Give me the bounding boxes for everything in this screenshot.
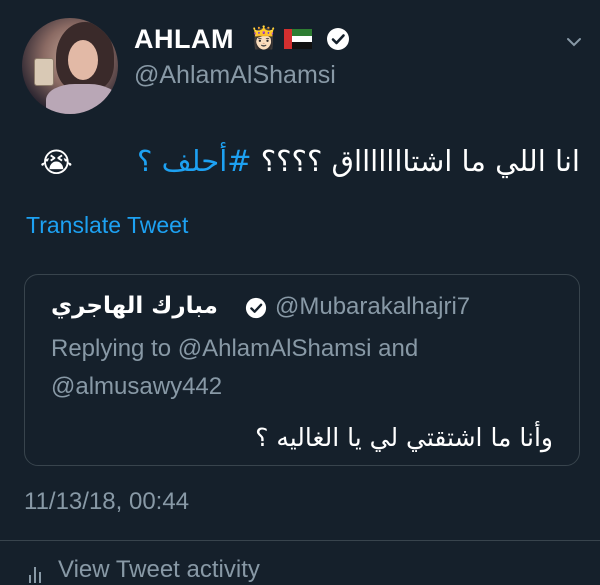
author-handle[interactable]: @AhlamAlShamsi [134,61,336,90]
author-display-name[interactable]: AHLAM [134,24,234,55]
view-tweet-activity-link[interactable]: View Tweet activity [58,556,260,584]
translate-tweet-link[interactable]: Translate Tweet [26,212,188,239]
tweet-timestamp[interactable]: 11/13/18, 00:44 [24,488,189,516]
quoted-tweet-text: وأنا ما اشتقتي لي يا الغاليه ؟ [255,423,553,452]
avatar[interactable] [22,18,118,114]
uae-flag-icon [284,29,312,49]
avatar-perfume-bottle [34,58,54,86]
hashtag-link[interactable]: #أحلف ؟ [137,144,252,178]
replying-to-line-2: @almusawy442 [51,373,223,400]
crown-emoji-icon: 👸🏻 [250,26,278,51]
quoted-verified-badge-icon [245,297,267,319]
replying-to-line-1: Replying to @AhlamAlShamsi and [51,335,419,362]
avatar-face [68,40,98,80]
chevron-down-icon[interactable] [566,36,582,48]
verified-badge-icon [327,28,349,50]
tweet-text: انا اللي ما اشتاااااااق ؟؟؟؟ #أحلف ؟ [137,144,580,178]
tweet-body: انا اللي ما اشتاااااااق ؟؟؟؟ [251,144,580,178]
quoted-author-name: مبارك الهاجري [51,293,218,319]
quoted-author-handle: @Mubarakalhajri7 [275,293,471,320]
tweet: AHLAM 👸🏻 @AhlamAlShamsi انا اللي ما اشتا… [0,0,600,585]
avatar-dress [46,84,118,114]
divider [0,540,600,541]
quoted-tweet-card[interactable]: مبارك الهاجري @Mubarakalhajri7 Replying … [24,274,580,466]
bar-chart-icon [29,567,41,583]
crying-face-emoji-icon: 😭 [40,146,73,179]
